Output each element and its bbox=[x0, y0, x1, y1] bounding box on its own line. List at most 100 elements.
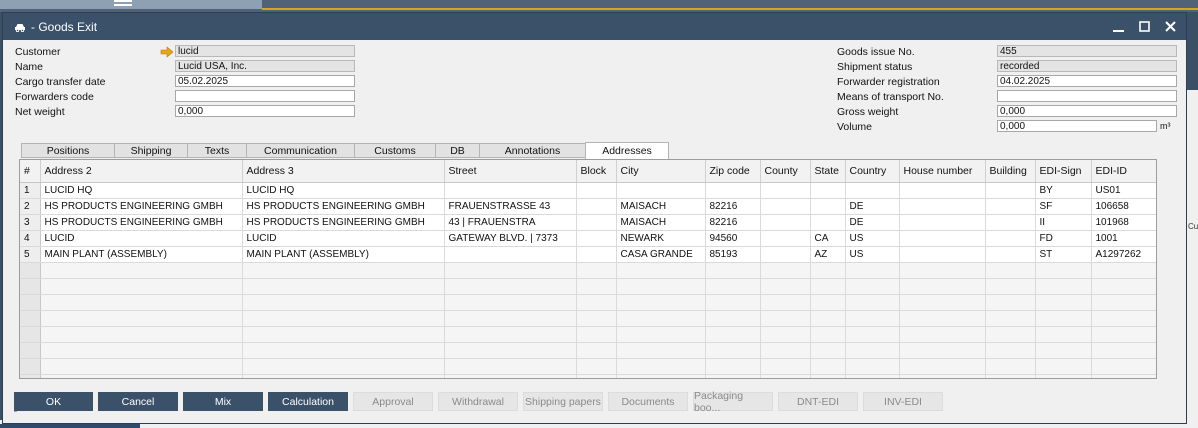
gross-weight-field[interactable]: 0,000 bbox=[997, 105, 1177, 117]
shipping-papers-button[interactable]: Shipping papers bbox=[523, 392, 603, 411]
empty-cell[interactable] bbox=[576, 278, 617, 295]
means-of-transport-no-field[interactable] bbox=[997, 90, 1177, 102]
column-header-number[interactable]: # bbox=[20, 160, 41, 183]
empty-cell[interactable] bbox=[576, 310, 617, 327]
empty-cell[interactable] bbox=[810, 342, 846, 359]
table-cell[interactable]: 3 bbox=[20, 214, 41, 231]
tab-db[interactable]: DB bbox=[435, 143, 479, 158]
empty-cell[interactable] bbox=[40, 342, 243, 359]
empty-cell[interactable] bbox=[985, 294, 1036, 311]
empty-cell[interactable] bbox=[1091, 262, 1156, 279]
empty-cell[interactable] bbox=[1035, 374, 1092, 378]
empty-cell[interactable] bbox=[40, 358, 243, 375]
empty-cell[interactable] bbox=[576, 262, 617, 279]
empty-cell[interactable] bbox=[810, 374, 846, 378]
empty-cell[interactable] bbox=[40, 310, 243, 327]
table-cell[interactable]: 101968 bbox=[1091, 214, 1156, 231]
documents-button[interactable]: Documents bbox=[608, 392, 688, 411]
table-cell[interactable]: 43 | FRAUENSTRA bbox=[444, 214, 577, 231]
table-cell[interactable]: 4 bbox=[20, 230, 41, 247]
empty-cell[interactable] bbox=[810, 278, 846, 295]
empty-cell[interactable] bbox=[985, 262, 1036, 279]
forwarders-code-field[interactable] bbox=[175, 90, 355, 102]
empty-cell[interactable] bbox=[242, 326, 445, 343]
empty-cell[interactable] bbox=[616, 278, 706, 295]
empty-cell[interactable] bbox=[899, 374, 986, 378]
empty-cell[interactable] bbox=[705, 374, 761, 378]
empty-cell[interactable] bbox=[705, 310, 761, 327]
table-cell[interactable]: ST bbox=[1035, 246, 1092, 263]
empty-cell[interactable] bbox=[760, 358, 811, 375]
empty-cell[interactable] bbox=[444, 294, 577, 311]
link-arrow-icon[interactable] bbox=[160, 46, 174, 58]
table-cell[interactable]: FD bbox=[1035, 230, 1092, 247]
empty-cell[interactable] bbox=[899, 310, 986, 327]
empty-cell[interactable] bbox=[576, 358, 617, 375]
table-cell[interactable]: 2 bbox=[20, 198, 41, 215]
table-cell[interactable] bbox=[576, 230, 617, 247]
table-cell[interactable] bbox=[899, 230, 986, 247]
column-header-county[interactable]: County bbox=[760, 160, 811, 183]
inv-edi-button[interactable]: INV-EDI bbox=[863, 392, 943, 411]
table-cell[interactable]: 82216 bbox=[705, 198, 761, 215]
empty-cell[interactable] bbox=[576, 294, 617, 311]
empty-cell[interactable] bbox=[576, 342, 617, 359]
empty-cell[interactable] bbox=[444, 358, 577, 375]
table-cell[interactable] bbox=[760, 214, 811, 231]
table-cell[interactable] bbox=[899, 214, 986, 231]
empty-cell[interactable] bbox=[845, 294, 900, 311]
column-header-state[interactable]: State bbox=[810, 160, 846, 183]
table-cell[interactable]: 1 bbox=[20, 182, 41, 199]
table-cell[interactable] bbox=[444, 246, 577, 263]
column-header-address-2[interactable]: Address 2 bbox=[40, 160, 243, 183]
empty-cell[interactable] bbox=[616, 358, 706, 375]
empty-cell[interactable] bbox=[705, 358, 761, 375]
empty-cell[interactable] bbox=[810, 294, 846, 311]
table-cell[interactable]: BY bbox=[1035, 182, 1092, 199]
empty-cell[interactable] bbox=[242, 374, 445, 378]
empty-cell[interactable] bbox=[20, 294, 41, 311]
goods-issue-no-field[interactable]: 455 bbox=[997, 45, 1177, 57]
packaging-booking-button[interactable]: Packaging boo... bbox=[693, 390, 773, 414]
empty-cell[interactable] bbox=[576, 326, 617, 343]
table-cell[interactable] bbox=[985, 198, 1036, 215]
empty-cell[interactable] bbox=[810, 310, 846, 327]
table-cell[interactable] bbox=[616, 182, 706, 199]
empty-cell[interactable] bbox=[1091, 310, 1156, 327]
table-row[interactable]: 4 LUCID LUCID GATEWAY BLVD. | 7373 NEWARK 945… bbox=[20, 230, 1156, 247]
empty-cell[interactable] bbox=[985, 278, 1036, 295]
table-cell[interactable]: NEWARK bbox=[616, 230, 706, 247]
empty-cell[interactable] bbox=[1035, 342, 1092, 359]
empty-cell[interactable] bbox=[899, 262, 986, 279]
table-cell[interactable]: II bbox=[1035, 214, 1092, 231]
empty-cell[interactable] bbox=[1091, 326, 1156, 343]
table-cell[interactable]: LUCID HQ bbox=[242, 182, 445, 199]
empty-row[interactable] bbox=[20, 326, 1156, 343]
empty-cell[interactable] bbox=[20, 278, 41, 295]
table-cell[interactable] bbox=[576, 182, 617, 199]
table-cell[interactable] bbox=[810, 214, 846, 231]
table-cell[interactable]: HS PRODUCTS ENGINEERING GMBH bbox=[40, 214, 243, 231]
empty-cell[interactable] bbox=[985, 342, 1036, 359]
empty-cell[interactable] bbox=[760, 262, 811, 279]
title-bar[interactable]: - Goods Exit bbox=[3, 13, 1186, 40]
table-cell[interactable]: CASA GRANDE bbox=[616, 246, 706, 263]
empty-cell[interactable] bbox=[760, 342, 811, 359]
table-cell[interactable]: LUCID HQ bbox=[40, 182, 243, 199]
empty-cell[interactable] bbox=[845, 342, 900, 359]
column-header-edi-sign[interactable]: EDI-Sign bbox=[1035, 160, 1092, 183]
empty-cell[interactable] bbox=[616, 310, 706, 327]
table-cell[interactable]: MAIN PLANT (ASSEMBLY) bbox=[40, 246, 243, 263]
empty-cell[interactable] bbox=[705, 294, 761, 311]
table-cell[interactable]: MAISACH bbox=[616, 214, 706, 231]
empty-cell[interactable] bbox=[616, 374, 706, 378]
column-header-city[interactable]: City bbox=[616, 160, 706, 183]
table-cell[interactable]: AZ bbox=[810, 246, 846, 263]
empty-cell[interactable] bbox=[242, 278, 445, 295]
net-weight-field[interactable]: 0,000 bbox=[175, 105, 355, 117]
empty-row[interactable] bbox=[20, 310, 1156, 327]
table-cell[interactable]: 82216 bbox=[705, 214, 761, 231]
tab-texts[interactable]: Texts bbox=[187, 143, 246, 158]
table-cell[interactable]: A1297262 bbox=[1091, 246, 1156, 263]
empty-cell[interactable] bbox=[40, 374, 243, 378]
